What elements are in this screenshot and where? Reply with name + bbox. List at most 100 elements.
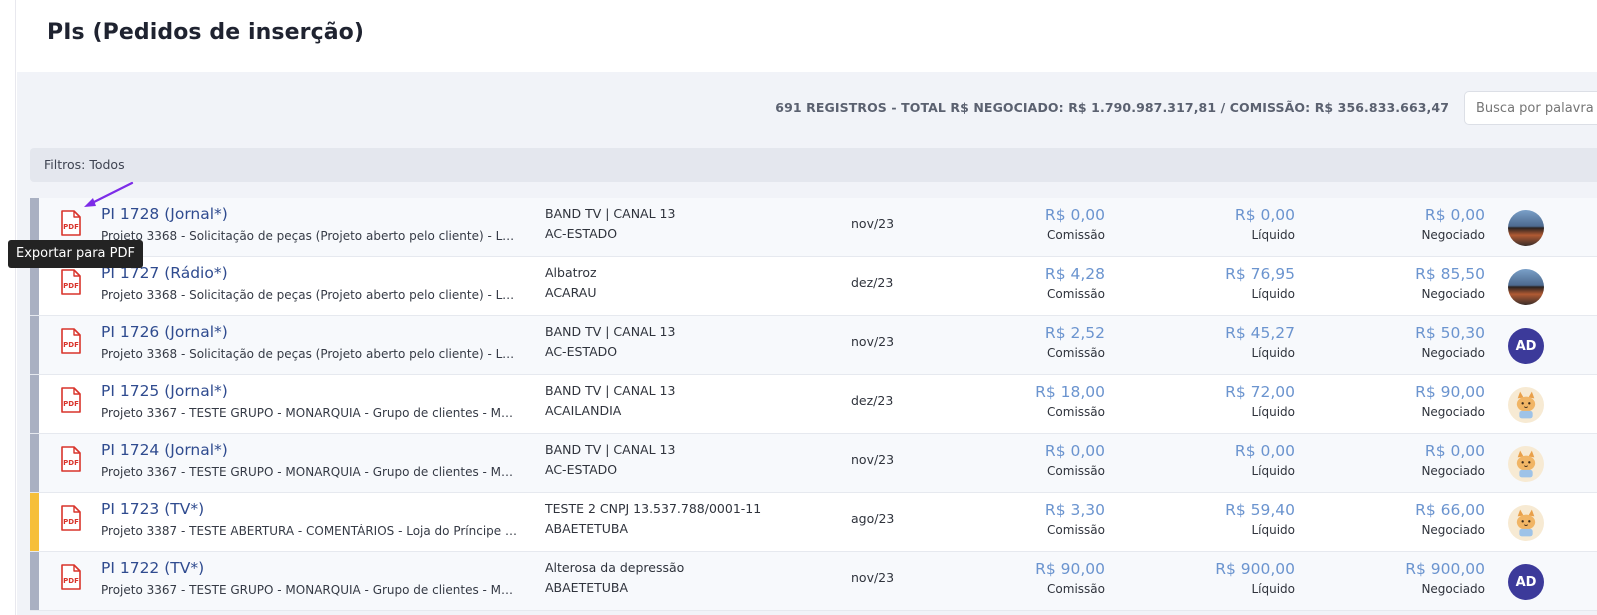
vehicle-location: ACARAU [545,285,597,300]
period-date: ago/23 [851,511,895,526]
avatar-initials: AD [1515,574,1537,590]
pdf-export-icon[interactable]: PDF [60,446,82,472]
pi-row[interactable]: PDF PI 1723 (TV*) Projeto 3387 - TESTE ABE… [30,493,1597,552]
avatar[interactable]: AD [1508,328,1544,364]
status-stripe [30,434,39,492]
negotiated-value: R$ 66,00 [1415,501,1485,519]
avatar[interactable] [1508,505,1544,541]
vehicle-location: AC-ESTADO [545,462,618,477]
pi-title-link[interactable]: PI 1725 (Jornal*) [101,382,228,400]
pi-row[interactable]: PDF PI 1728 (Jornal*) Projeto 3368 - Solic… [30,198,1597,257]
net-value: R$ 0,00 [1234,206,1295,224]
status-stripe [30,375,39,433]
period-date: nov/23 [851,452,895,467]
net-value: R$ 900,00 [1215,560,1295,578]
negotiated-value: R$ 900,00 [1405,560,1485,578]
negotiated-label: Negociado [1421,287,1485,301]
commission-value: R$ 3,30 [1044,501,1105,519]
pdf-export-icon[interactable]: PDF [60,387,82,413]
commission-value: R$ 90,00 [1035,560,1105,578]
filters-bar[interactable]: Filtros: Todos [30,148,1597,182]
pi-title-link[interactable]: PI 1722 (TV*) [101,559,204,577]
period-date: dez/23 [851,275,894,290]
pi-description: Projeto 3367 - TESTE GRUPO - MONARQUIA -… [101,406,521,420]
left-sidebar-edge [0,0,16,615]
pi-title-link[interactable]: PI 1724 (Jornal*) [101,441,228,459]
net-label: Líquido [1251,405,1295,419]
pdf-export-icon[interactable]: PDF [60,269,82,295]
net-cell: R$ 900,00 Líquido [1155,552,1295,596]
commission-cell: R$ 0,00 Comissão [965,434,1105,478]
pi-row[interactable]: PDF PI 1727 (Rádio*) Projeto 3368 - Solici… [30,257,1597,316]
net-value: R$ 72,00 [1225,383,1295,401]
negotiated-value: R$ 85,50 [1415,265,1485,283]
negotiated-value: R$ 0,00 [1424,442,1485,460]
negotiated-value: R$ 90,00 [1415,383,1485,401]
commission-cell: R$ 2,52 Comissão [965,316,1105,360]
pi-title-link[interactable]: PI 1726 (Jornal*) [101,323,228,341]
net-label: Líquido [1251,287,1295,301]
net-cell: R$ 59,40 Líquido [1155,493,1295,537]
negotiated-cell: R$ 0,00 Negociado [1345,198,1485,242]
net-value: R$ 59,40 [1225,501,1295,519]
pi-row[interactable]: PDF PI 1722 (TV*) Projeto 3367 - TESTE GRU… [30,552,1597,611]
negotiated-label: Negociado [1421,464,1485,478]
avatar[interactable] [1508,210,1544,246]
commission-cell: R$ 4,28 Comissão [965,257,1105,301]
vehicle-name: Albatroz [545,265,597,280]
negotiated-value: R$ 50,30 [1415,324,1485,342]
net-value: R$ 0,00 [1234,442,1295,460]
status-stripe [30,552,39,610]
vehicle-name: BAND TV | CANAL 13 [545,324,676,339]
negotiated-value: R$ 0,00 [1424,206,1485,224]
pi-row[interactable]: PDF PI 1724 (Jornal*) Projeto 3367 - TESTE… [30,434,1597,493]
negotiated-cell: R$ 90,00 Negociado [1345,375,1485,419]
vehicle-location: ABAETETUBA [545,521,629,536]
commission-label: Comissão [1047,464,1105,478]
avatar[interactable] [1508,387,1544,423]
svg-text:PDF: PDF [63,400,79,408]
negotiated-label: Negociado [1421,582,1485,596]
commission-value: R$ 0,00 [1044,442,1105,460]
svg-text:PDF: PDF [63,341,79,349]
pi-description: Projeto 3368 - Solicitação de peças (Pro… [101,347,521,361]
net-cell: R$ 76,95 Líquido [1155,257,1295,301]
vehicle-location: AC-ESTADO [545,344,618,359]
pdf-export-icon[interactable]: PDF [60,210,82,236]
negotiated-cell: R$ 900,00 Negociado [1345,552,1485,596]
net-cell: R$ 0,00 Líquido [1155,198,1295,242]
svg-text:PDF: PDF [63,223,79,231]
negotiated-cell: R$ 0,00 Negociado [1345,434,1485,478]
pi-title-link[interactable]: PI 1723 (TV*) [101,500,204,518]
negotiated-label: Negociado [1421,228,1485,242]
net-value: R$ 76,95 [1225,265,1295,283]
pdf-export-icon[interactable]: PDF [60,328,82,354]
pdf-export-icon[interactable]: PDF [60,564,82,590]
net-label: Líquido [1251,582,1295,596]
vehicle-name: Alterosa da depressão [545,560,685,575]
commission-label: Comissão [1047,346,1105,360]
search-input[interactable] [1464,91,1597,125]
pi-row[interactable]: PDF PI 1726 (Jornal*) Projeto 3368 - Solic… [30,316,1597,375]
commission-label: Comissão [1047,287,1105,301]
pi-row[interactable]: PDF PI 1725 (Jornal*) Projeto 3367 - TESTE… [30,375,1597,434]
vehicle-location: ACAILANDIA [545,403,622,418]
commission-cell: R$ 3,30 Comissão [965,493,1105,537]
period-date: nov/23 [851,570,895,585]
avatar[interactable]: AD [1508,564,1544,600]
export-pdf-tooltip: Exportar para PDF [8,240,143,268]
records-summary: 691 REGISTROS - TOTAL R$ NEGOCIADO: R$ 1… [775,100,1449,115]
negotiated-label: Negociado [1421,346,1485,360]
svg-text:PDF: PDF [63,282,79,290]
period-date: nov/23 [851,334,895,349]
avatar[interactable] [1508,446,1544,482]
page-title: PIs (Pedidos de inserção) [47,20,365,45]
vehicle-location: AC-ESTADO [545,226,618,241]
avatar[interactable] [1508,269,1544,305]
pdf-export-icon[interactable]: PDF [60,505,82,531]
pi-list: PDF PI 1728 (Jornal*) Projeto 3368 - Solic… [30,198,1597,611]
commission-value: R$ 2,52 [1044,324,1105,342]
negotiated-cell: R$ 50,30 Negociado [1345,316,1485,360]
pi-description: Projeto 3367 - TESTE GRUPO - MONARQUIA -… [101,583,521,597]
net-label: Líquido [1251,228,1295,242]
